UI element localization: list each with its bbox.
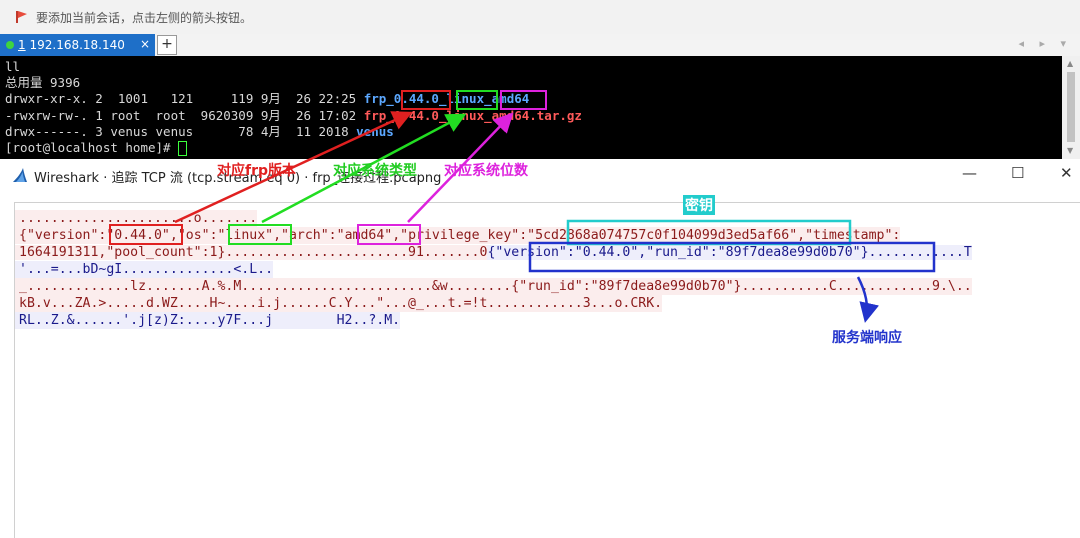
notice-text: 要添加当前会话，点击左侧的箭头按钮。 [36,11,253,25]
terminal-line: 总用量 9396 [5,75,81,90]
file-name-archive: frp_0.44.0_linux_amd64.tar.gz [363,108,582,123]
stream-row-client: ......................o....... [15,210,258,227]
stream-row-client: {"version":"0.44.0","os":"linux","arch":… [15,227,901,244]
stream-row-server: '...=...bD~gI..............<.L.. [15,261,274,278]
window-titlebar: Wireshark · 追踪 TCP 流 (tcp.stream eq 0) ·… [0,159,1080,191]
minimize-button[interactable]: — [962,164,977,182]
tab-session-1[interactable]: 1 192.168.18.140 × [0,34,155,56]
session-tab-bar: 1 192.168.18.140 × + ◂ ▸ ▾ [0,34,1080,56]
terminal-line: -rwxrw-rw-. 1 root root 9620309 9月 26 17… [5,108,582,123]
privilege-key-value: 5cd2868a074757c0f104099d3ed5af66 [535,228,790,243]
annotation-frp-version: 对应frp版本 [217,163,297,179]
terminal-output[interactable]: ll 总用量 9396 drwxr-xr-x. 2 1001 121 119 9… [0,56,1062,159]
terminal-scrollbar[interactable]: ▲ ▼ [1062,56,1080,159]
terminal-line: drwxr-xr-x. 2 1001 121 119 9月 26 22:25 f… [5,91,530,106]
maximize-button[interactable]: ☐ [1011,164,1024,182]
tab-index: 1 [18,38,26,52]
dir-name-venus: venus [356,124,394,139]
version-value: "0.44.0" [106,228,170,243]
scroll-up-icon[interactable]: ▲ [1067,59,1073,68]
terminal-line: ll [5,59,21,74]
tab-close-icon[interactable]: × [140,37,150,51]
notice-bar: 要添加当前会话，点击左侧的箭头按钮。 [0,0,1080,35]
annotation-os-type: 对应系统类型 [333,163,417,179]
add-tab-button[interactable]: + [157,35,177,55]
scrollbar-thumb[interactable] [1067,72,1075,142]
close-button[interactable]: ✕ [1060,164,1073,182]
wireshark-fin-icon [13,168,27,182]
stream-row-client: kB.v...ZA.>.....d.WZ....H~....i.j......C… [15,295,663,312]
dir-name-frp: frp_ [363,91,394,106]
tab-label: 192.168.18.140 [29,38,125,52]
annotation-os-bits: 对应系统位数 [444,163,528,179]
arrow-flag-icon[interactable] [15,10,29,24]
dir-name-version: 0.44.0 [393,91,439,106]
scroll-down-icon[interactable]: ▼ [1067,146,1073,155]
terminal-line: drwx------. 3 venus venus 78 4月 11 2018 … [5,124,394,139]
annotation-key: 密钥 [683,195,715,215]
tab-nav-arrows-icon[interactable]: ◂ ▸ ▾ [1018,37,1072,50]
os-value: "linux" [217,228,274,243]
stream-content[interactable]: ......................o....... {"version… [14,202,1080,538]
cursor [178,141,188,156]
arch-value: "amd64" [336,228,393,243]
stream-row-server: RL..Z.&......'.j[z)Z:....y7F...j H2..?.M… [15,312,401,329]
terminal-prompt: [root@localhost home]# [5,140,188,156]
connected-status-icon [6,41,14,49]
dir-name-os: linux [446,91,485,106]
dir-name-arch: amd64 [491,91,530,106]
wireshark-follow-stream-window: Wireshark · 追踪 TCP 流 (tcp.stream eq 0) ·… [0,159,1080,538]
annotation-server-response: 服务端响应 [832,330,902,346]
stream-row-client: _.............lz.......A.%.M............… [15,278,972,295]
stream-row-mixed: 1664191311,"pool_count":1}..............… [15,244,972,261]
server-response-value: {"version":"0.44.0","run_id":"89f7dea8e9… [487,245,869,260]
